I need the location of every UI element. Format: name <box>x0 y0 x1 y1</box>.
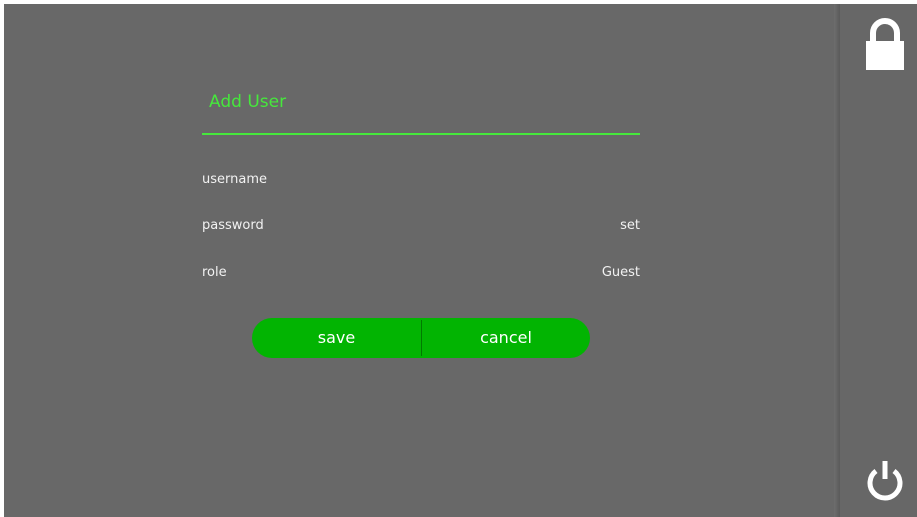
sidebar <box>840 4 917 517</box>
role-label: role <box>202 265 227 280</box>
save-button[interactable]: save <box>252 318 421 358</box>
cancel-button[interactable]: cancel <box>422 318 590 358</box>
password-field[interactable]: password set <box>202 218 640 238</box>
username-field[interactable]: username <box>202 172 640 192</box>
power-icon[interactable] <box>864 461 906 503</box>
button-group: save cancel <box>252 318 590 358</box>
dialog-title: Add User <box>209 92 287 112</box>
title-underline <box>202 133 640 135</box>
role-value: Guest <box>601 265 640 280</box>
password-label: password <box>202 218 264 233</box>
lock-icon[interactable] <box>866 18 904 70</box>
password-value: set <box>620 218 640 233</box>
main-panel: Add User username password set role Gues… <box>4 4 834 517</box>
screen: Add User username password set role Gues… <box>4 4 917 517</box>
role-field[interactable]: role Guest <box>202 265 640 285</box>
username-label: username <box>202 172 267 187</box>
